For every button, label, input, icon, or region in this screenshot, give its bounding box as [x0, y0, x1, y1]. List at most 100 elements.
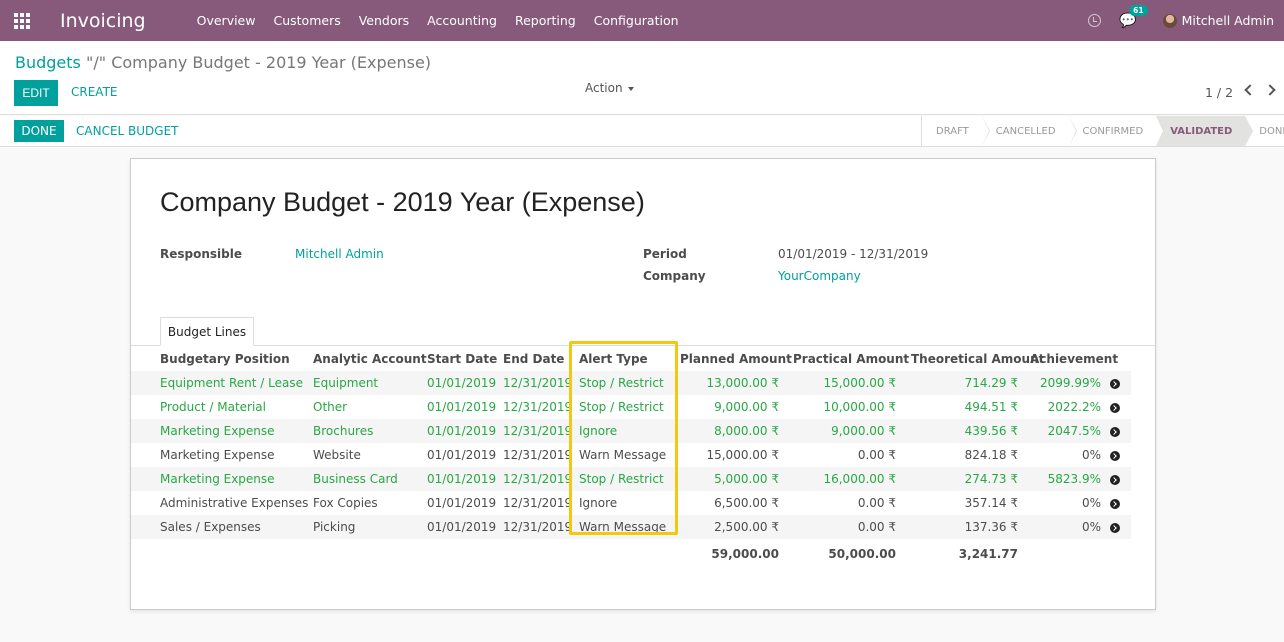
cell-start-date: 01/01/2019 [427, 424, 497, 438]
open-line-arrow-icon[interactable] [1110, 475, 1120, 485]
table-row[interactable]: Sales / Expenses Picking 01/01/2019 12/31/2… [131, 515, 1131, 539]
stage-validated[interactable]: VALIDATED [1156, 116, 1254, 146]
col-header-start-date[interactable]: Start Date [427, 352, 497, 366]
col-header-practical-amount[interactable]: Practical Amount [793, 352, 909, 366]
col-header-analytic-account[interactable]: Analytic Account [313, 352, 427, 366]
totals-row: 59,000.00 50,000.00 3,241.77 [131, 539, 1131, 563]
cell-start-date: 01/01/2019 [427, 400, 497, 414]
navbar-right: 💬 61 Mitchell Admin [1088, 0, 1284, 41]
messages-count-badge: 61 [1129, 4, 1148, 16]
table-row[interactable]: Marketing Expense Business Card 01/01/2019… [131, 467, 1131, 491]
breadcrumb: Budgets "/" Company Budget - 2019 Year (… [15, 53, 431, 72]
col-header-alert-type[interactable]: Alert Type [579, 352, 648, 366]
cell-analytic-account: Business Card [313, 472, 398, 486]
cell-achievement: 2099.99% [1039, 376, 1101, 390]
cell-planned-amount: 13,000.00 ₹ [706, 376, 779, 390]
cell-achievement: 2022.2% [1047, 400, 1101, 414]
done-button[interactable]: DONE [14, 120, 64, 142]
app-name: Invoicing [60, 9, 146, 32]
cell-budgetary-position: Marketing Expense [160, 424, 275, 438]
menu-item-overview[interactable]: Overview [188, 13, 265, 28]
pager-value[interactable]: 1 / 2 [1205, 85, 1233, 100]
cell-budgetary-position: Marketing Expense [160, 448, 275, 462]
edit-button[interactable]: EDIT [14, 80, 58, 106]
user-name: Mitchell Admin [1181, 13, 1274, 28]
cell-budgetary-position: Administrative Expenses [160, 496, 309, 510]
menu-item-configuration[interactable]: Configuration [585, 13, 688, 28]
table-row[interactable]: Equipment Rent / Lease Equipment 01/01/201… [131, 371, 1131, 395]
cell-theoretical-amount: 357.14 ₹ [964, 496, 1018, 510]
action-dropdown[interactable]: Action [585, 81, 634, 95]
cell-alert-type: Warn Message [579, 448, 667, 462]
cell-end-date: 12/31/2019 [503, 472, 573, 486]
table-row[interactable]: Marketing Expense Website 01/01/2019 12/31/… [131, 443, 1131, 467]
cell-achievement: 0% [1081, 496, 1101, 510]
cell-practical-amount: 0.00 ₹ [857, 520, 896, 534]
cell-theoretical-amount: 274.73 ₹ [964, 472, 1018, 486]
cell-practical-amount: 0.00 ₹ [857, 448, 896, 462]
create-button[interactable]: CREATE [71, 85, 118, 99]
tabs-divider [131, 345, 1155, 346]
period-label: Period [643, 247, 687, 261]
apps-menu-icon[interactable] [0, 0, 44, 41]
activity-clock-icon[interactable] [1088, 14, 1102, 27]
control-panel: Budgets "/" Company Budget - 2019 Year (… [0, 41, 1284, 115]
col-header-planned-amount[interactable]: Planned Amount [680, 352, 792, 366]
user-menu[interactable]: Mitchell Admin [1162, 13, 1274, 28]
cell-analytic-account: Picking [313, 520, 356, 534]
open-line-arrow-icon[interactable] [1110, 451, 1120, 461]
chevron-left-icon[interactable] [1244, 84, 1256, 96]
menu-item-reporting[interactable]: Reporting [506, 13, 585, 28]
menu-item-vendors[interactable]: Vendors [350, 13, 418, 28]
responsible-value[interactable]: Mitchell Admin [295, 247, 384, 261]
cell-analytic-account: Equipment [313, 376, 379, 390]
menu-item-accounting[interactable]: Accounting [418, 13, 506, 28]
breadcrumb-current: Company Budget - 2019 Year (Expense) [111, 53, 432, 72]
chevron-right-icon[interactable] [1264, 84, 1276, 96]
cell-analytic-account: Website [313, 448, 361, 462]
stage-confirmed[interactable]: CONFIRMED [1069, 116, 1164, 146]
cell-practical-amount: 10,000.00 ₹ [823, 400, 896, 414]
col-header-end-date[interactable]: End Date [503, 352, 564, 366]
stage-draft[interactable]: DRAFT [922, 116, 990, 146]
cancel-budget-button[interactable]: CANCEL BUDGET [76, 124, 179, 138]
total-practical-amount: 50,000.00 [828, 547, 896, 561]
company-value[interactable]: YourCompany [778, 269, 861, 283]
breadcrumb-budgets-link[interactable]: Budgets [15, 53, 81, 72]
cell-start-date: 01/01/2019 [427, 520, 497, 534]
col-header-achievement[interactable]: Achievement [1030, 352, 1118, 366]
col-header-theoretical-amount[interactable]: Theoretical Amount [911, 352, 1044, 366]
cell-alert-type: Ignore [579, 496, 618, 510]
cell-end-date: 12/31/2019 [503, 448, 573, 462]
open-line-arrow-icon[interactable] [1110, 379, 1120, 389]
menu-item-customers[interactable]: Customers [264, 13, 349, 28]
cell-start-date: 01/01/2019 [427, 448, 497, 462]
status-bar: DONE CANCEL BUDGET DRAFT CANCELLED CONFI… [0, 116, 1284, 147]
responsible-label: Responsible [160, 247, 242, 261]
table-row[interactable]: Marketing Expense Brochures 01/01/2019 12/3… [131, 419, 1131, 443]
tab-budget-lines[interactable]: Budget Lines [160, 317, 254, 346]
cell-alert-type: Stop / Restrict [579, 400, 664, 414]
open-line-arrow-icon[interactable] [1110, 427, 1120, 437]
col-header-budgetary-position[interactable]: Budgetary Position [160, 352, 290, 366]
cell-planned-amount: 2,500.00 ₹ [714, 520, 779, 534]
cell-practical-amount: 9,000.00 ₹ [831, 424, 896, 438]
record-title: Company Budget - 2019 Year (Expense) [160, 187, 645, 217]
main-menu: Overview Customers Vendors Accounting Re… [188, 13, 688, 28]
table-row[interactable]: Administrative Expenses Fox Copies 01/01/2… [131, 491, 1131, 515]
breadcrumb-separator: "/" [85, 53, 107, 72]
cell-end-date: 12/31/2019 [503, 400, 573, 414]
cell-end-date: 12/31/2019 [503, 424, 573, 438]
stage-cancelled[interactable]: CANCELLED [982, 116, 1077, 146]
cell-planned-amount: 8,000.00 ₹ [714, 424, 779, 438]
cell-practical-amount: 15,000.00 ₹ [823, 376, 896, 390]
cell-theoretical-amount: 137.36 ₹ [964, 520, 1018, 534]
open-line-arrow-icon[interactable] [1110, 403, 1120, 413]
open-line-arrow-icon[interactable] [1110, 523, 1120, 533]
cell-achievement: 2047.5% [1047, 424, 1101, 438]
table-row[interactable]: Product / Material Other 01/01/2019 12/31/2… [131, 395, 1131, 419]
open-line-arrow-icon[interactable] [1110, 499, 1120, 509]
messages-button[interactable]: 💬 61 [1119, 4, 1148, 29]
cell-budgetary-position: Product / Material [160, 400, 266, 414]
cell-end-date: 12/31/2019 [503, 376, 573, 390]
